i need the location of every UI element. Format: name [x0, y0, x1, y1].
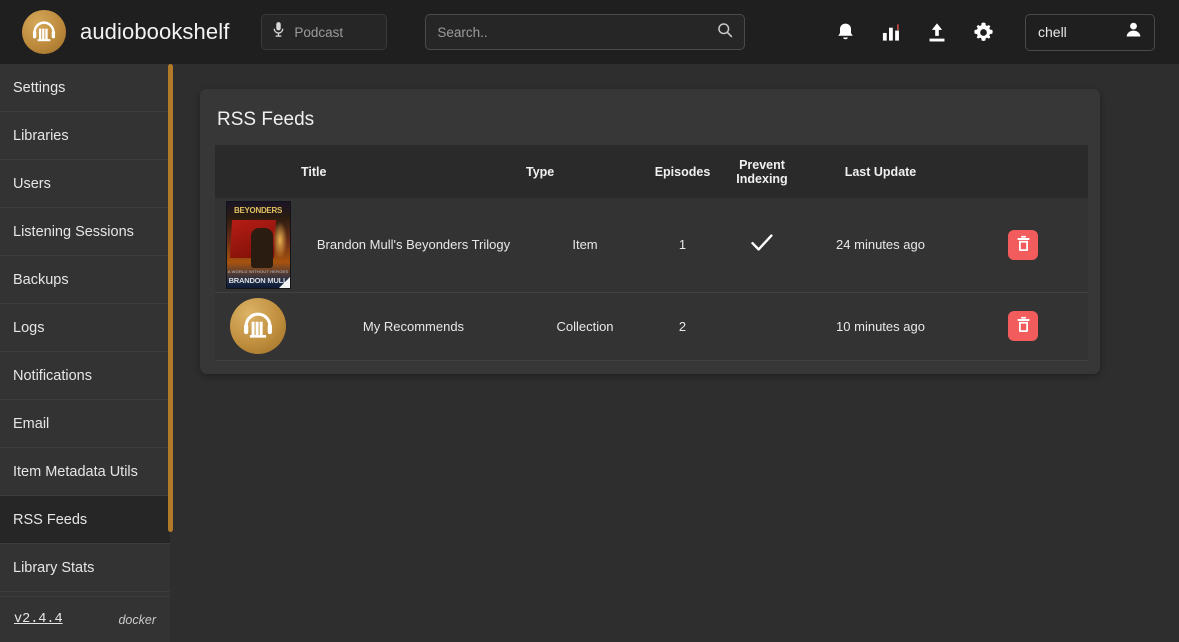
column-header-prevent-indexing: Prevent Indexing — [721, 145, 803, 198]
row-cover-cell[interactable] — [215, 292, 301, 360]
user-menu-button[interactable]: chell — [1025, 13, 1155, 51]
library-selector-label: Podcast — [294, 24, 344, 40]
cover-corner-fold — [278, 276, 290, 288]
column-header-prevent-indexing-line2: Indexing — [736, 171, 788, 186]
row-title: Brandon Mull's Beyonders Trilogy — [316, 237, 511, 253]
row-actions — [958, 198, 1088, 292]
search-placeholder-text: Search.. — [437, 24, 488, 40]
delete-feed-button[interactable] — [1008, 311, 1038, 341]
sidebar-item-label: Users — [13, 175, 51, 192]
column-header-cover — [215, 145, 301, 198]
rss-feeds-table: Title Type Episodes Prevent Indexing Las… — [215, 145, 1088, 361]
search-input[interactable]: Search.. — [425, 14, 746, 50]
top-app-bar: audiobookshelf Podcast Search.. chell — [0, 0, 1179, 64]
table-row[interactable]: My Recommends Collection 2 10 minutes ag… — [215, 292, 1088, 360]
column-header-episodes: Episodes — [654, 164, 711, 179]
row-episodes: 2 — [678, 318, 687, 334]
environment-label: docker — [118, 612, 156, 627]
cover-subtitle-text: A WORLD WITHOUT HEROES — [227, 268, 289, 274]
sidebar-item-label: Logs — [13, 319, 45, 336]
sidebar-item-label: Backups — [13, 271, 69, 288]
version-link[interactable]: v2.4.4 — [14, 612, 63, 627]
cover-title-text: BEYONDERS — [234, 205, 282, 215]
sidebar-footer: v2.4.4 docker — [0, 596, 170, 642]
user-name-label: chell — [1038, 24, 1067, 40]
sidebar-item-users[interactable]: Users — [0, 160, 170, 208]
trash-icon — [1016, 316, 1031, 336]
sidebar-item-label: Notifications — [13, 367, 92, 384]
gear-icon[interactable] — [971, 20, 995, 44]
row-type: Collection — [556, 318, 614, 334]
cover-art-glow — [272, 221, 287, 258]
trash-icon — [1016, 235, 1031, 255]
sidebar-item-label: Settings — [13, 79, 66, 96]
row-cover-cell[interactable]: BEYONDERS A WORLD WITHOUT HEROES BRANDON… — [215, 198, 301, 292]
sidebar-item-label: Libraries — [13, 127, 69, 144]
rss-feeds-card: RSS Feeds Title Type Episodes Prevent In… — [200, 89, 1100, 374]
chart-bar-icon[interactable] — [879, 20, 903, 44]
sidebar-item-rss-feeds[interactable]: RSS Feeds — [0, 496, 170, 544]
row-title: My Recommends — [362, 318, 465, 334]
column-header-type: Type — [526, 164, 555, 179]
sidebar-item-label: Library Stats — [13, 559, 95, 576]
sidebar-item-listening-sessions[interactable]: Listening Sessions — [0, 208, 170, 256]
delete-feed-button[interactable] — [1008, 229, 1038, 260]
person-icon — [1125, 21, 1142, 43]
column-header-last-update: Last Update — [844, 164, 917, 179]
book-cover-image: BEYONDERS A WORLD WITHOUT HEROES BRANDON… — [225, 200, 291, 289]
row-episodes: 1 — [678, 237, 687, 253]
column-header-title: Title — [301, 164, 327, 179]
sidebar-scrollbar[interactable] — [168, 64, 173, 532]
table-header-row: Title Type Episodes Prevent Indexing Las… — [215, 145, 1088, 198]
bell-icon[interactable] — [833, 20, 857, 44]
search-icon[interactable] — [717, 22, 733, 43]
check-icon — [750, 233, 774, 256]
column-header-actions — [958, 145, 1088, 198]
upload-icon[interactable] — [925, 20, 949, 44]
brand-logo-link[interactable]: audiobookshelf — [22, 10, 229, 54]
library-selector[interactable]: Podcast — [261, 14, 388, 50]
sidebar-item-label: Email — [13, 415, 50, 432]
microphone-icon — [272, 21, 285, 43]
collection-logo-icon — [230, 298, 286, 354]
main-content: RSS Feeds Title Type Episodes Prevent In… — [170, 64, 1179, 642]
sidebar-item-libraries[interactable]: Libraries — [0, 112, 170, 160]
sidebar-item-item-metadata-utils[interactable]: Item Metadata Utils — [0, 448, 170, 496]
table-header: Title Type Episodes Prevent Indexing Las… — [215, 145, 1088, 198]
table-row[interactable]: BEYONDERS A WORLD WITHOUT HEROES BRANDON… — [215, 198, 1088, 292]
row-prevent-indexing — [721, 198, 803, 292]
sidebar-item-label: Item Metadata Utils — [13, 463, 138, 480]
sidebar-item-email[interactable]: Email — [0, 400, 170, 448]
sidebar-item-notifications[interactable]: Notifications — [0, 352, 170, 400]
row-last-update: 10 minutes ago — [836, 318, 925, 334]
page-title: RSS Feeds — [217, 109, 315, 130]
audiobookshelf-logo-icon — [22, 10, 66, 54]
sidebar-item-label: RSS Feeds — [13, 511, 88, 528]
sidebar-item-settings[interactable]: Settings — [0, 64, 170, 112]
table-body: BEYONDERS A WORLD WITHOUT HEROES BRANDON… — [215, 198, 1088, 360]
sidebar-item-label: Listening Sessions — [13, 223, 134, 240]
cover-art-figure — [250, 227, 273, 268]
column-header-prevent-indexing-line1: Prevent — [739, 157, 785, 172]
sidebar-item-logs[interactable]: Logs — [0, 304, 170, 352]
topbar-actions: chell — [833, 13, 1155, 51]
row-last-update: 24 minutes ago — [836, 237, 925, 253]
row-prevent-indexing — [721, 292, 803, 360]
brand-name: audiobookshelf — [80, 19, 230, 44]
sidebar-item-backups[interactable]: Backups — [0, 256, 170, 304]
row-type: Item — [572, 237, 598, 253]
sidebar-item-library-stats[interactable]: Library Stats — [0, 544, 170, 592]
row-actions — [958, 292, 1088, 360]
settings-sidebar: Settings Libraries Users Listening Sessi… — [0, 64, 170, 642]
